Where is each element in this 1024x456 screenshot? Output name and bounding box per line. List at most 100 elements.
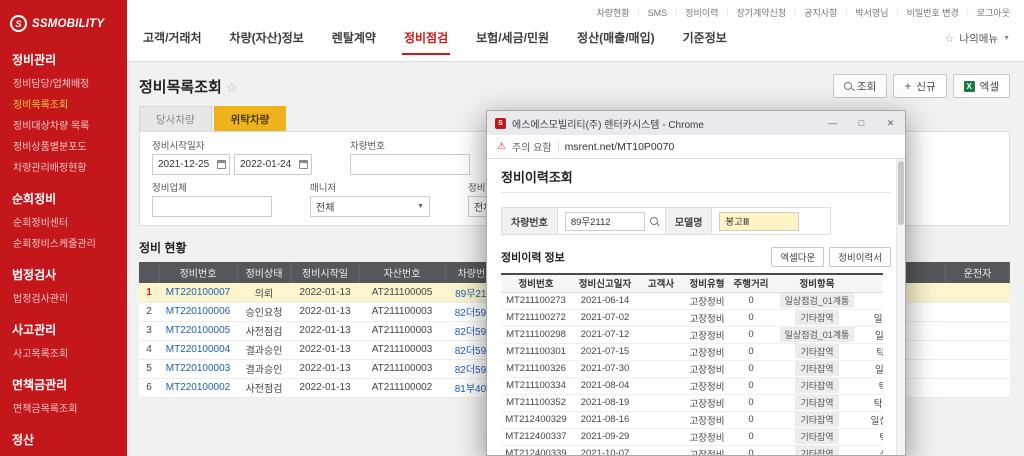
detail-cell: 일상점검/담 부주의처 [863,360,883,377]
utility-link[interactable]: 장기계약신청 [736,6,786,19]
filter-label: 매니저 [310,180,430,194]
nav-item[interactable]: 정비점검 [402,23,450,55]
nav-item[interactable]: 차량(자산)정보 [228,23,306,55]
utility-link[interactable]: 박서영님 [855,6,888,19]
customer-cell [639,360,683,377]
utility-link[interactable]: SMS [648,8,668,18]
calendar-icon[interactable] [217,160,226,169]
sidebar-item[interactable]: 정비상품별분포도 [12,135,115,156]
vehicle-no-input[interactable] [350,154,470,175]
vendor-input[interactable] [152,196,272,217]
maintenance-no-link[interactable]: MT220100002 [166,382,231,393]
nav-item[interactable]: 고객/거래처 [141,23,204,55]
start-date-cell: 2022-01-13 [291,378,359,397]
report-date-cell: 2021-08-16 [571,411,639,428]
utility-link[interactable]: 공지사항 [804,6,837,19]
history-row[interactable]: MT2124003292021-08-16고장정비0기타잡역일상점검/스웨이지 … [501,411,883,428]
utility-link[interactable]: 로그아웃 [977,6,1010,19]
warning-icon[interactable]: ⚠ [497,142,506,152]
column-header: 주행거리 [731,274,771,292]
favorite-star-icon[interactable]: ☆ [226,80,238,95]
filter-vendor: 정비업체 [152,180,272,217]
brand-icon: S [10,15,27,32]
nav-item[interactable]: 보험/세금/민원 [474,23,551,55]
popup-titlebar[interactable]: S 에스에스모빌리티(주) 렌터카시스템 - Chrome — □ ✕ [487,111,905,135]
sidebar-item[interactable]: 정비정산관리 [12,452,115,456]
calendar-icon[interactable] [299,160,308,169]
sidebar-item[interactable]: 정비목록조회 [12,93,115,114]
customer-cell [639,377,683,394]
tab[interactable]: 당사차량 [139,106,212,131]
maintenance-no-link[interactable]: MT220100003 [166,363,231,374]
scrollbar-thumb[interactable] [898,161,904,225]
history-row[interactable]: MT2111002982021-07-12고장정비0일상점검_01계통일상점검/… [501,326,883,343]
search-icon[interactable] [650,217,658,225]
type-cell: 고장정비 [683,445,731,455]
report-date-cell: 2021-08-04 [571,377,639,394]
tab[interactable]: 위탁차량 [214,106,287,131]
history-row[interactable]: MT2124003372021-09-29고장정비0기타잡역탁송점검/사고 수리 [501,428,883,445]
warning-label[interactable]: 주의 요함 [512,139,552,154]
nav-item[interactable]: 기준정보 [681,23,729,55]
nav-item[interactable]: 정산(매출/매입) [575,23,657,55]
filter-label: 정비시작일자 [152,138,312,152]
driver-cell [946,378,1010,397]
maintenance-no-link[interactable]: MT220100005 [166,325,231,336]
history-row[interactable]: MT2111003522021-08-19고장정비0기타잡역탁송점검/ 전면 차… [501,394,883,411]
sidebar-item[interactable]: 순회정비스케줄관리 [12,232,115,253]
sidebar-section-title: 정비관리 [12,51,115,68]
popup-model-input[interactable] [719,212,799,231]
utility-link[interactable]: 정비이력 [685,6,718,19]
sidebar-item[interactable]: 법정검사관리 [12,287,115,308]
maintenance-no-link[interactable]: MT220100006 [166,306,231,317]
history-row[interactable]: MT2111002722021-07-02고장정비0기타잡역일상점검/ 문짝 떨… [501,309,883,326]
utility-bar: 차량현황|SMS|정비이력|장기계약신청|공지사항|박서영님|비밀번호 변경|로… [127,0,1024,19]
filter-start-date: 정비시작일자 [152,138,312,175]
item-chip: 기타잡역 [795,395,838,410]
brand-logo[interactable]: S SSMOBILITY [0,0,127,40]
popup-vehicle-no-input[interactable] [565,212,645,231]
sidebar-item[interactable]: 사고목록조회 [12,342,115,363]
global-nav: 고객/거래처 차량(자산)정보 렌탈계약 정비점검 보험/세금/민원 정산(매출/매입) 기… [141,23,729,55]
popup-section-title: 정비이력 정보 [501,249,565,265]
utility-link[interactable]: 차량현황 [596,6,629,19]
history-row[interactable]: MT2111002732021-06-14고장정비0일상점검_01계통일상점검 [501,292,883,309]
type-cell: 고장정비 [683,309,731,326]
my-menu-button[interactable]: ☆ 나의메뉴 ▼ [945,31,1010,55]
search-button[interactable]: 조회 [833,74,887,98]
utility-link[interactable]: 비밀번호 변경 [907,6,959,19]
maximize-button[interactable]: □ [847,111,876,135]
sidebar-item[interactable]: 정비담당/업체배정 [12,72,115,93]
mileage-cell: 0 [731,428,771,445]
minimize-button[interactable]: — [818,111,847,135]
driver-cell [946,321,1010,340]
mileage-cell: 0 [731,360,771,377]
sidebar-item[interactable]: 순회정비센터 [12,211,115,232]
new-button[interactable]: +신규 [893,74,946,98]
sidebar-item[interactable]: 차량관리배정현황 [12,156,115,177]
sidebar-item[interactable]: 면책금목록조회 [12,397,115,418]
history-row[interactable]: MT2111003262021-07-30고장정비0기타잡역일상점검/담 부주의… [501,360,883,377]
history-row[interactable]: MT2111003012021-07-15고장정비0기타잡역탁송점검/제빙용안전 [501,343,883,360]
detail-cell: 탁송점검/제빙용안전 [863,343,883,360]
excel-button[interactable]: X엑셀 [953,74,1010,98]
sidebar-menu: 정비관리정비담당/업체배정정비목록조회정비대상차량 목록정비상품별분포도차량관리… [0,40,127,456]
popup-scrollbar[interactable] [896,159,905,455]
manager-select[interactable]: 전체▼ [310,196,430,217]
column-header: 정비번호 [501,274,571,292]
history-row[interactable]: MT2111003342021-08-04고장정비0기타잡역탁송점검/DPF 계… [501,377,883,394]
excel-download-button[interactable]: 엑셀다운 [771,247,824,267]
my-menu-label: 나의메뉴 [959,31,998,46]
page-toolbar: 조회 +신규 X엑셀 [833,74,1010,98]
maintenance-report-button[interactable]: 정비이력서 [829,247,891,267]
item-cell: 기타잡역 [771,377,863,394]
sidebar: S SSMOBILITY 정비관리정비담당/업체배정정비목록조회정비대상차량 목… [0,0,127,456]
history-row[interactable]: MT2124003392021-10-07고장정비0기타잡역실 타이어 교환 1… [501,445,883,455]
maintenance-no-link[interactable]: MT220100004 [166,344,231,355]
close-button[interactable]: ✕ [876,111,905,135]
sidebar-item[interactable]: 정비대상차량 목록 [12,114,115,135]
detail-cell: 탁송점검/ 전면 차량각 [863,394,883,411]
item-chip: 기타잡역 [795,412,838,427]
nav-item[interactable]: 렌탈계약 [330,23,378,55]
maintenance-no-link[interactable]: MT220100007 [166,287,231,298]
